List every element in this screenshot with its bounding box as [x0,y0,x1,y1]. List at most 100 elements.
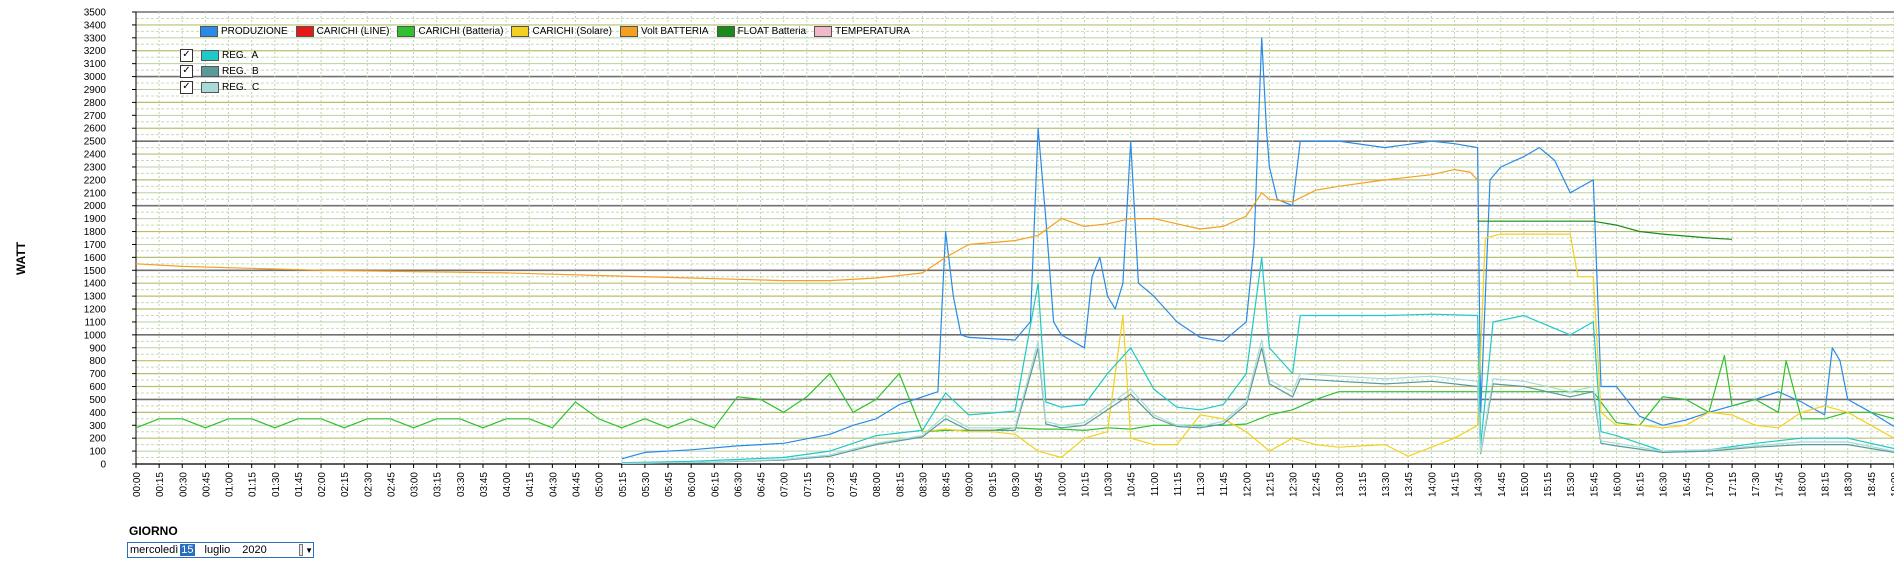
y-tick-label: 3200 [84,46,107,57]
legend-item: CARICHI (Batteria) [397,24,503,38]
legend-item: TEMPERATURA [814,24,910,38]
y-tick-label: 2200 [84,175,107,186]
x-tick-label: 14:30 [1474,472,1485,497]
dropdown-arrow-icon[interactable]: ▼ [305,546,313,555]
x-tick-label: 09:45 [1034,472,1045,497]
y-tick-label: 200 [89,434,106,445]
x-tick-label: 11:15 [1173,472,1184,497]
x-tick-label: 10:30 [1104,472,1115,497]
y-tick-label: 300 [89,421,106,432]
y-tick-label: 1400 [84,279,107,290]
legend-swatch [201,49,219,61]
x-tick-label: 00:00 [132,472,143,497]
x-tick-label: 06:00 [687,472,698,497]
x-tick-label: 06:45 [757,472,768,497]
calendar-icon[interactable] [298,544,304,556]
legend-item: PRODUZIONE [200,24,288,38]
x-tick-label: 00:30 [178,472,189,497]
legend-swatch [201,65,219,77]
x-tick-label: 17:15 [1728,472,1739,497]
x-tick-label: 13:45 [1404,472,1415,497]
x-tick-label: 05:15 [618,472,629,497]
x-tick-label: 06:30 [733,472,744,497]
legend-label: Volt BATTERIA [640,25,709,37]
x-tick-label: 07:00 [780,472,791,497]
series-line-float-batteria [1477,220,1733,240]
y-tick-label: 800 [89,356,106,367]
y-tick-label: 1500 [84,266,107,277]
legend-swatch [200,25,218,37]
x-tick-label: 17:00 [1705,472,1716,497]
y-tick-label: 100 [89,447,106,458]
x-tick-label: 07:15 [803,472,814,497]
x-tick-label: 14:45 [1497,472,1508,497]
x-tick-label: 02:15 [340,472,351,497]
x-tick-label: 01:30 [271,472,282,497]
checkbox[interactable]: ✓ [180,64,193,78]
x-tick-label: 02:00 [317,472,328,497]
x-tick-label: 03:00 [410,472,421,497]
x-tick-label: 04:15 [525,472,536,497]
legend-label: PRODUZIONE [221,25,288,37]
y-tick-label: 2400 [84,150,107,161]
x-tick-label: 10:15 [1080,472,1091,497]
y-tick-label: 2300 [84,162,107,173]
legend-swatch [397,25,416,37]
x-tick-label: 12:45 [1312,472,1323,497]
legend-swatch [814,25,833,37]
y-tick-label: 400 [89,408,106,419]
x-tick-label: 13:00 [1335,472,1346,497]
legend-label: FLOAT Batteria [737,25,807,37]
y-tick-label: 3500 [84,8,107,19]
x-tick-label: 18:00 [1797,472,1808,497]
x-tick-label: 08:30 [918,472,929,497]
line-chart: 0 100 200 300 400 500 600 700 800 900 1000 11001200… [84,8,1894,497]
y-tick-label: 2100 [84,188,107,199]
date-year[interactable]: 2020 [242,544,266,556]
x-tick-label: 12:15 [1265,472,1276,497]
legend-label: TEMPERATURA [835,25,910,37]
x-tick-label: 01:45 [294,472,305,497]
y-axis-label-text: WATT [14,241,28,275]
legend-item: CARICHI (LINE) [295,24,390,38]
x-tick-label: 07:30 [826,472,837,497]
y-tick-label: 2600 [84,124,107,135]
legend-label: CARICHI (Batteria) [418,25,504,37]
x-tick-label: 09:15 [988,472,999,497]
legend-swatch [716,25,735,37]
date-weekday[interactable]: mercoledì [130,544,178,556]
x-tick-label: 02:45 [386,472,397,497]
legend-label: CARICHI (LINE) [316,25,390,37]
reg-label: REG. C [222,81,260,93]
y-tick-label: 2500 [84,137,107,148]
y-tick-label: 2900 [84,85,107,96]
checkbox[interactable]: ✓ [180,48,193,62]
x-tick-label: 03:30 [456,472,467,497]
x-tick-label: 01:00 [225,472,236,497]
x-tick-label: 04:30 [548,472,559,497]
date-day[interactable]: 15 [180,544,195,556]
reg-checkbox-row[interactable]: ✓ REG. B [180,64,259,78]
x-tick-label: 15:45 [1589,472,1600,497]
date-picker[interactable]: mercoledì 15 luglio 2020 ▼ [127,542,314,558]
x-tick-label: 16:00 [1612,472,1623,497]
x-tick-label: 04:00 [502,472,513,497]
x-tick-label: 15:30 [1566,472,1577,497]
legend-swatch [201,81,219,93]
date-month[interactable]: luglio [205,544,231,556]
legend-item: CARICHI (Solare) [511,24,612,38]
checkbox[interactable]: ✓ [180,80,193,94]
x-tick-label: 08:45 [942,472,953,497]
series-line-produzione [621,37,1894,460]
x-tick-label: 03:45 [479,472,490,497]
reg-checkbox-row[interactable]: ✓ REG. C [180,80,259,94]
x-tick-label: 14:00 [1427,472,1438,497]
x-tick-label: 13:30 [1381,472,1392,497]
y-axis-label: WATT [14,225,34,275]
y-tick-label: 700 [89,369,106,380]
reg-checkbox-row[interactable]: ✓ REG. A [180,48,258,62]
y-tick-label: 3000 [84,72,107,83]
legend-item: Volt BATTERIA [619,24,709,38]
y-tick-label: 1600 [84,253,107,264]
y-tick-label: 3300 [84,33,107,44]
